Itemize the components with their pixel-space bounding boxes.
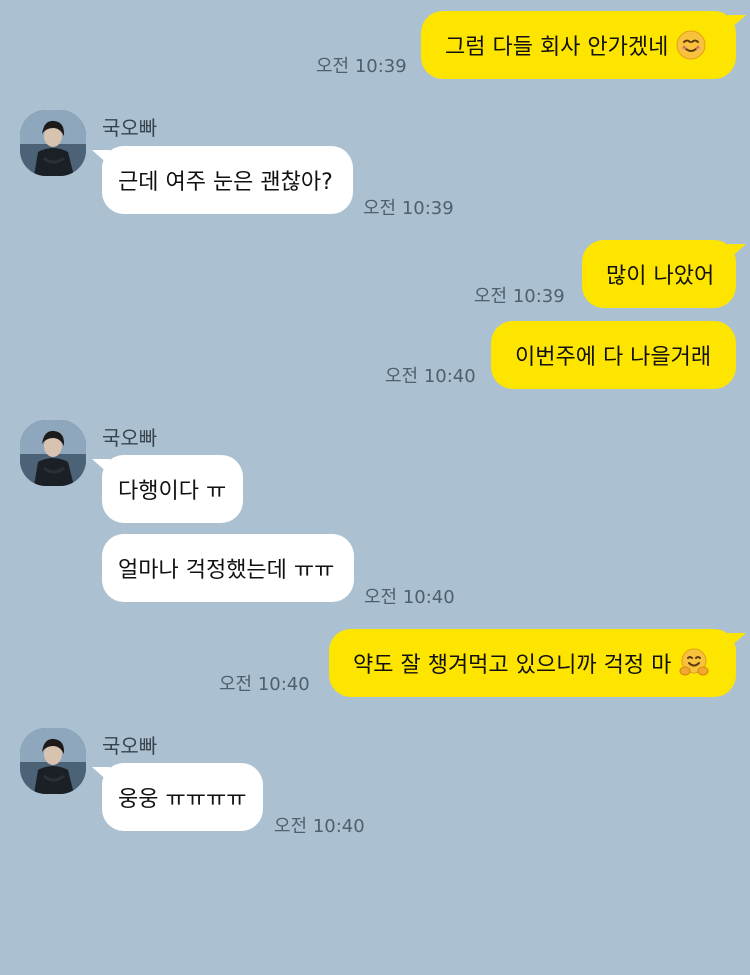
message-text: 웅웅 ㅠㅠㅠㅠ bbox=[118, 787, 247, 812]
sender-name: 국오빠 bbox=[102, 116, 158, 140]
message-text: 약도 잘 챙겨먹고 있으니까 걱정 마 bbox=[353, 653, 672, 678]
message-bubble-incoming[interactable]: 다행이다 ㅠ bbox=[92, 455, 243, 523]
message-text: 얼마나 걱정했는데 ㅠㅠ bbox=[118, 558, 335, 583]
message-bubble-outgoing[interactable]: 그럼 다들 회사 안가겠네 bbox=[421, 11, 746, 79]
profile-photo-icon bbox=[20, 728, 86, 794]
message-timestamp: 오전 10:39 bbox=[316, 56, 407, 77]
message-bubble-incoming[interactable]: 얼마나 걱정했는데 ㅠㅠ bbox=[102, 534, 354, 602]
message-timestamp: 오전 10:39 bbox=[474, 286, 565, 307]
chat-screen: 그럼 다들 회사 안가겠네 오전 10:39 국오빠 근데 여주 눈은 괜찮아?… bbox=[0, 0, 750, 975]
smiling-face-icon bbox=[676, 30, 706, 60]
message-text: 근데 여주 눈은 괜찮아? bbox=[118, 170, 333, 195]
message-text: 많이 나았어 bbox=[606, 264, 715, 289]
message-timestamp: 오전 10:40 bbox=[364, 587, 455, 608]
message-text: 그럼 다들 회사 안가겠네 bbox=[445, 35, 669, 60]
message-text: 이번주에 다 나을거래 bbox=[515, 345, 712, 370]
contact-avatar[interactable] bbox=[20, 728, 86, 794]
message-text: 다행이다 ㅠ bbox=[118, 479, 227, 504]
contact-avatar[interactable] bbox=[20, 420, 86, 486]
message-timestamp: 오전 10:40 bbox=[219, 674, 310, 695]
message-timestamp: 오전 10:40 bbox=[385, 366, 476, 387]
contact-avatar[interactable] bbox=[20, 110, 86, 176]
message-bubble-outgoing[interactable]: 이번주에 다 나을거래 bbox=[491, 321, 736, 389]
hugging-face-icon bbox=[679, 648, 709, 676]
message-bubble-incoming[interactable]: 근데 여주 눈은 괜찮아? bbox=[92, 146, 353, 214]
message-timestamp: 오전 10:40 bbox=[274, 816, 365, 837]
message-bubble-outgoing[interactable]: 약도 잘 챙겨먹고 있으니까 걱정 마 bbox=[329, 629, 746, 697]
message-bubble-outgoing[interactable]: 많이 나았어 bbox=[582, 240, 746, 308]
message-timestamp: 오전 10:39 bbox=[363, 198, 454, 219]
profile-photo-icon bbox=[20, 110, 86, 176]
profile-photo-icon bbox=[20, 420, 86, 486]
message-bubble-incoming[interactable]: 웅웅 ㅠㅠㅠㅠ bbox=[92, 763, 263, 831]
sender-name: 국오빠 bbox=[102, 426, 158, 450]
sender-name: 국오빠 bbox=[102, 734, 158, 758]
